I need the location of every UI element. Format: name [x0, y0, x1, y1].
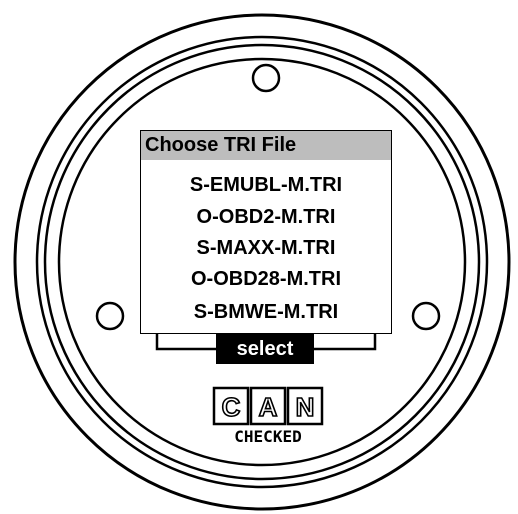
file-item[interactable]: O-OBD28-M.TRI	[141, 267, 391, 291]
file-item[interactable]: S-BMWE-M.TRI	[141, 300, 391, 324]
screen-title: Choose TRI File	[145, 134, 297, 156]
file-item[interactable]: S-EMUBL-M.TRI	[141, 173, 391, 197]
mount-hole-right	[411, 301, 441, 331]
screen-header: Choose TRI File	[141, 131, 391, 160]
mount-hole-left	[95, 301, 125, 331]
file-item[interactable]: O-OBD2-M.TRI	[141, 205, 391, 229]
mount-hole-top	[251, 63, 281, 93]
logo-letter-n: N	[296, 392, 315, 422]
logo-letter-a: A	[259, 392, 278, 422]
logo-letter-c: C	[222, 392, 241, 422]
file-item[interactable]: S-MAXX-M.TRI	[141, 236, 391, 260]
logo-wordmark: CHECKED	[234, 427, 301, 446]
display-screen: Choose TRI File S-EMUBL-M.TRI O-OBD2-M.T…	[140, 130, 392, 334]
select-button[interactable]: select	[216, 334, 314, 364]
